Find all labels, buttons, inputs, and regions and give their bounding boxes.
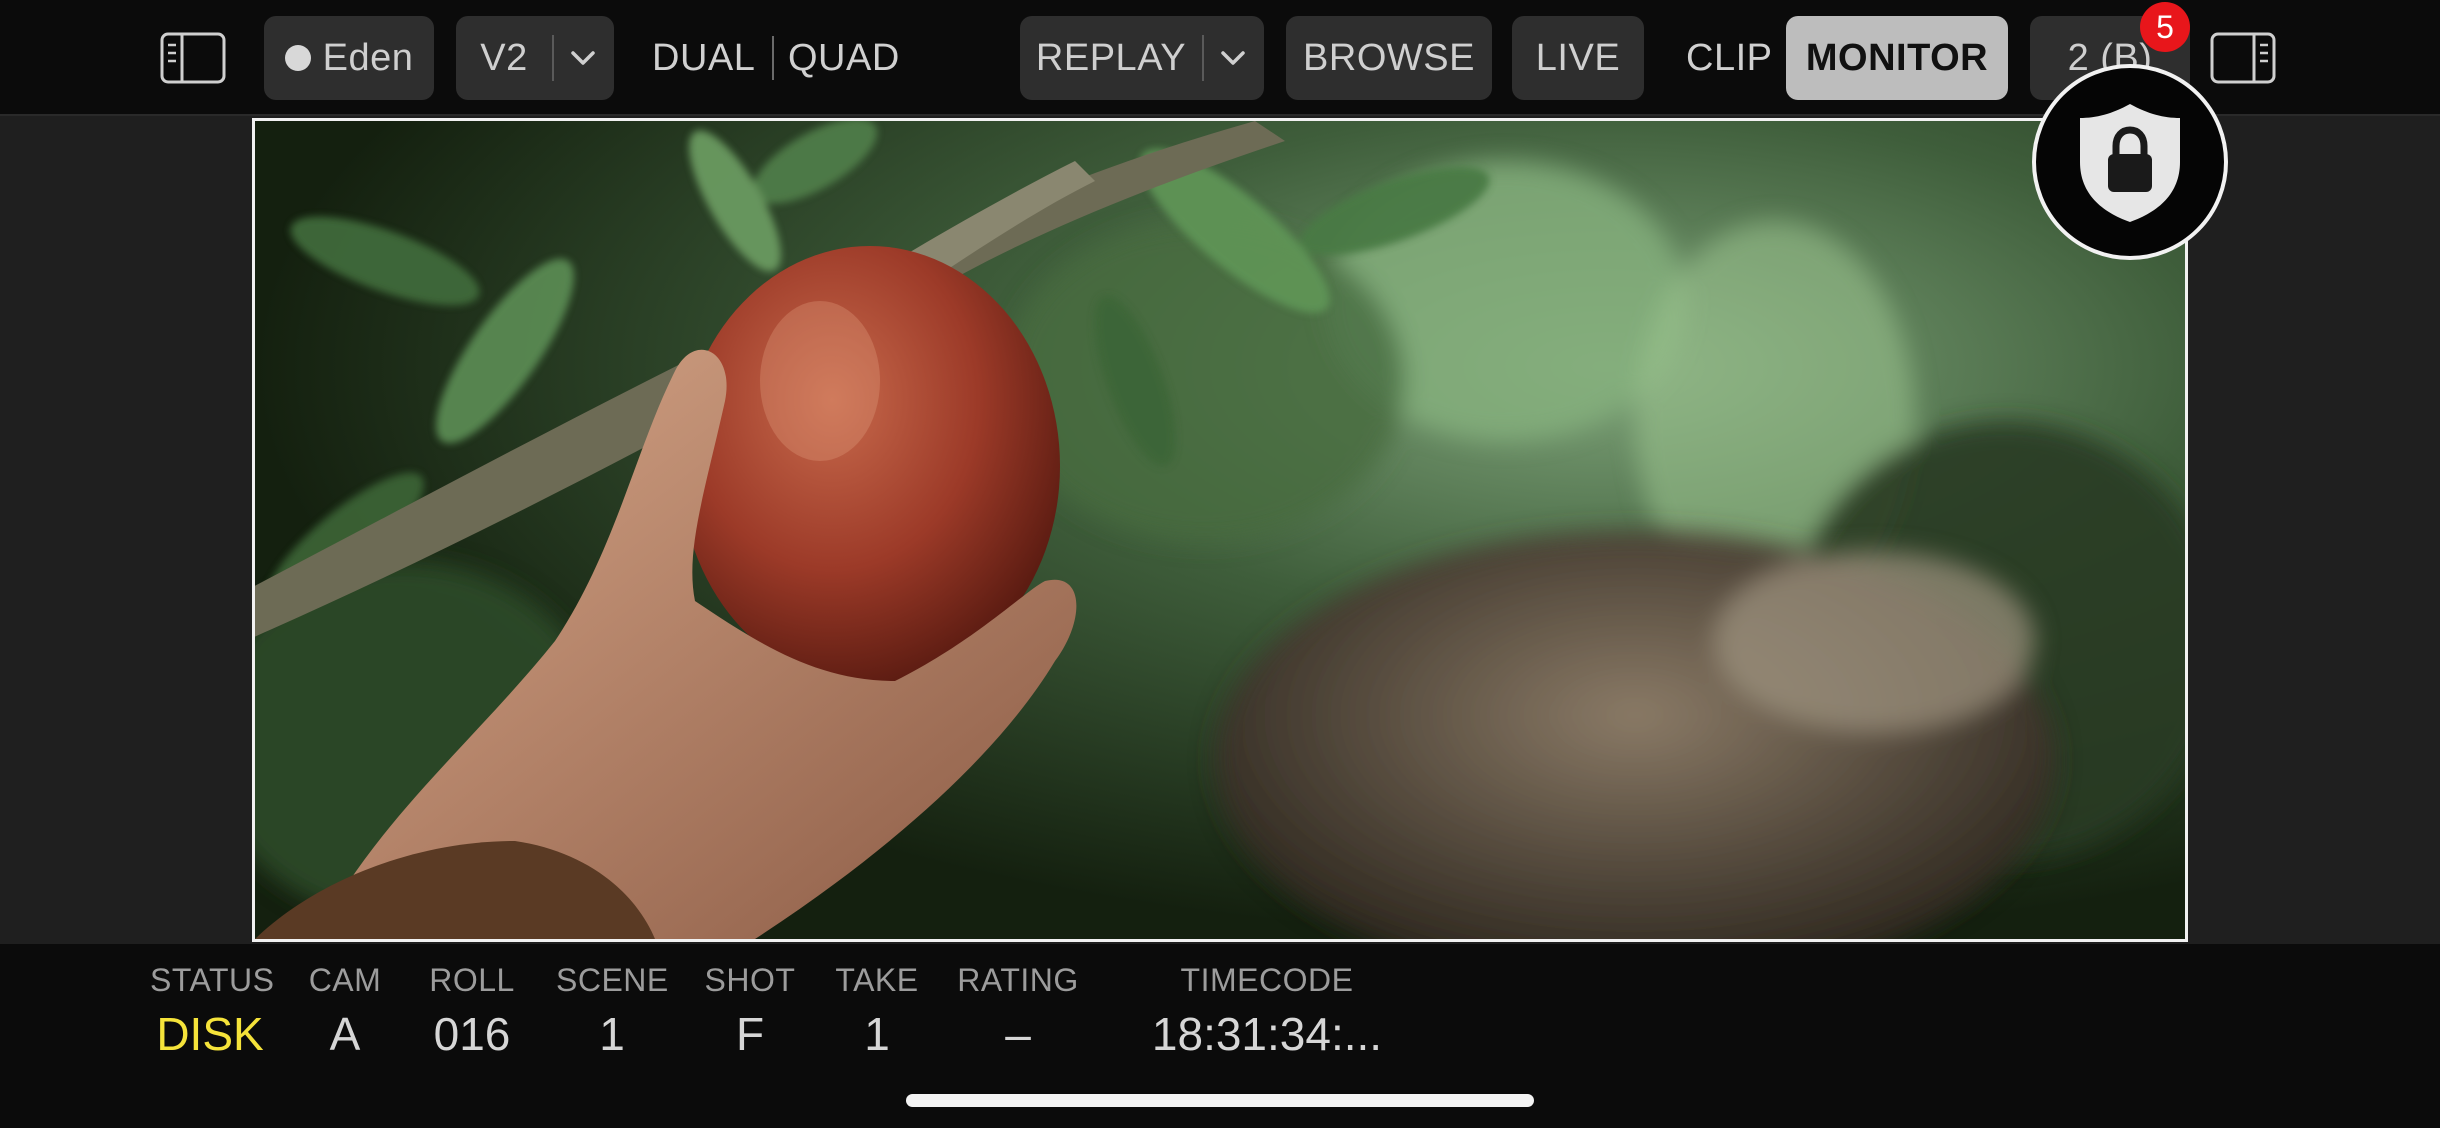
monitor-button[interactable]: MONITOR xyxy=(1786,16,2008,100)
live-label: LIVE xyxy=(1535,36,1621,79)
view-selector[interactable]: V2 xyxy=(456,16,614,100)
meta-cam: CAM A xyxy=(300,962,390,1061)
meta-roll: ROLL 016 xyxy=(420,962,524,1061)
meta-take-value: 1 xyxy=(864,1008,890,1060)
meta-status-value: DISK xyxy=(156,1008,264,1060)
tab-quad-label: QUAD xyxy=(788,36,900,79)
device-name: Eden xyxy=(322,36,414,79)
notification-count: 5 xyxy=(2156,8,2174,45)
replay-selector[interactable]: REPLAY xyxy=(1020,16,1264,100)
meta-scene-value: 1 xyxy=(599,1008,625,1060)
video-frame-image xyxy=(255,121,2185,939)
tab-quad[interactable]: QUAD xyxy=(788,16,900,100)
meta-scene-label: SCENE xyxy=(556,962,669,998)
tab-clip[interactable]: CLIP xyxy=(1686,16,1772,100)
lock-button[interactable] xyxy=(2032,64,2228,260)
meta-take: TAKE 1 xyxy=(830,962,924,1061)
meta-shot-label: SHOT xyxy=(704,962,796,998)
meta-rating-label: RATING xyxy=(957,962,1079,998)
chevron-down-icon[interactable] xyxy=(554,16,612,100)
meta-cam-label: CAM xyxy=(308,962,382,998)
meta-rating-value: – xyxy=(1005,1008,1031,1060)
chevron-down-icon[interactable] xyxy=(1204,16,1262,100)
notification-badge: 5 xyxy=(2140,2,2190,52)
meta-take-label: TAKE xyxy=(835,962,919,998)
live-button[interactable]: LIVE xyxy=(1512,16,1644,100)
meta-timecode-label: TIMECODE xyxy=(1180,962,1354,998)
device-button[interactable]: Eden xyxy=(264,16,434,100)
video-preview[interactable] xyxy=(252,118,2188,942)
meta-shot: SHOT F xyxy=(700,962,800,1061)
meta-timecode-value: 18:31:34:... xyxy=(1151,1008,1383,1060)
browse-button[interactable]: BROWSE xyxy=(1286,16,1492,100)
tab-clip-label: CLIP xyxy=(1686,36,1773,79)
home-indicator[interactable] xyxy=(906,1094,1534,1107)
monitor-label: MONITOR xyxy=(1805,36,1989,79)
left-panel-icon[interactable] xyxy=(160,32,226,84)
view-label: V2 xyxy=(480,36,528,79)
meta-timecode: TIMECODE 18:31:34:... xyxy=(1132,962,1402,1061)
lock-shield-icon xyxy=(2080,104,2180,222)
meta-rating: RATING – xyxy=(956,962,1080,1061)
meta-status: STATUS DISK xyxy=(150,962,275,1061)
dual-quad-divider xyxy=(772,36,774,80)
browse-label: BROWSE xyxy=(1303,36,1475,79)
right-panel-icon[interactable] xyxy=(2210,32,2276,84)
meta-roll-label: ROLL xyxy=(429,962,515,998)
meta-status-label: STATUS xyxy=(150,962,275,998)
meta-scene: SCENE 1 xyxy=(556,962,668,1061)
meta-cam-value: A xyxy=(329,1008,361,1060)
tab-dual[interactable]: DUAL xyxy=(652,16,755,100)
device-status-dot-icon xyxy=(284,45,311,71)
replay-label: REPLAY xyxy=(1035,36,1187,79)
meta-shot-value: F xyxy=(735,1008,765,1060)
tab-dual-label: DUAL xyxy=(652,36,756,79)
meta-roll-value: 016 xyxy=(433,1008,511,1060)
